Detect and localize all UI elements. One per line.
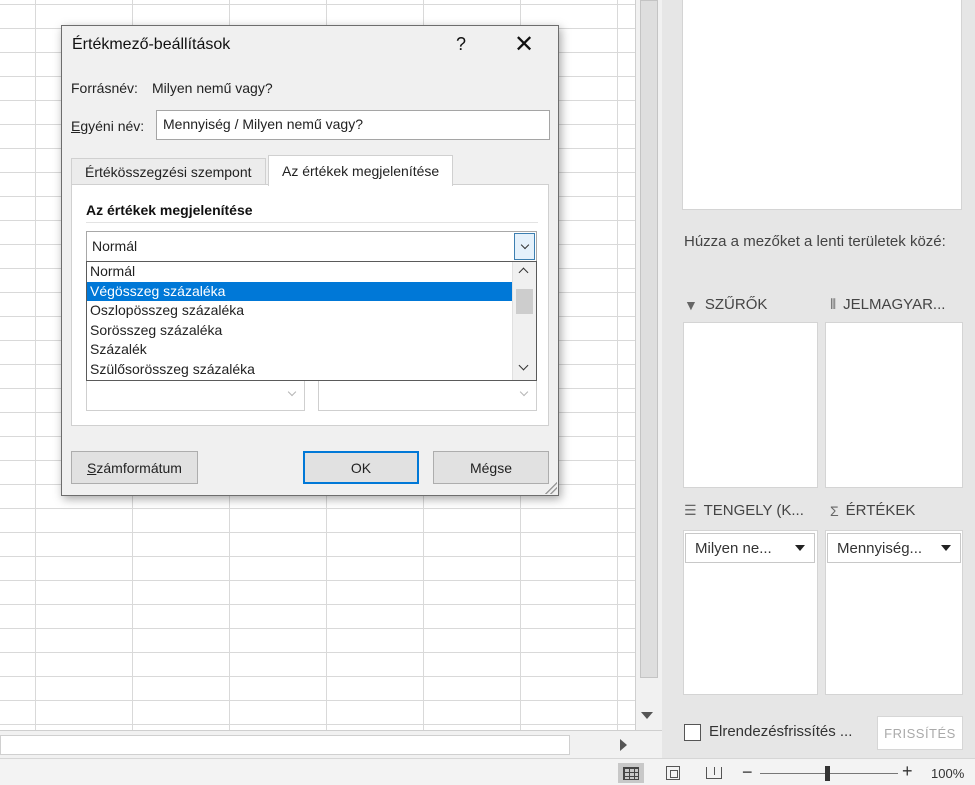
horizontal-scrollbar[interactable] <box>0 730 662 758</box>
filter-icon: ▼ <box>684 296 698 313</box>
chevron-up-icon[interactable] <box>518 267 529 278</box>
list-item[interactable]: Oszlopösszeg százaléka <box>87 301 512 321</box>
source-name-label: Forrásnév: <box>71 80 138 96</box>
base-item-combo[interactable] <box>318 379 537 411</box>
ok-button[interactable]: OK <box>303 451 419 484</box>
rows-icon: ☰ <box>684 502 697 518</box>
page-layout-view-button[interactable] <box>660 763 686 783</box>
chevron-down-icon <box>287 387 297 397</box>
legend-area-header: ⦀ JELMAGYAR... <box>830 296 945 313</box>
custom-name-input[interactable]: Mennyiség / Milyen nemű vagy? <box>156 110 550 140</box>
source-name-value: Milyen nemű vagy? <box>152 80 273 96</box>
values-area-header: Σ ÉRTÉKEK <box>830 502 915 519</box>
axis-field-dropdown-icon[interactable] <box>795 545 805 551</box>
horizontal-scroll-track[interactable] <box>0 735 570 755</box>
show-values-as-combo[interactable]: Normál <box>86 231 537 262</box>
legend-drop-area[interactable] <box>825 322 963 488</box>
section-title: Az értékek megjelenítése <box>86 202 253 218</box>
columns-icon: ⦀ <box>830 296 837 312</box>
sigma-icon: Σ <box>830 502 839 519</box>
chevron-down-icon <box>520 240 529 250</box>
zoom-in-button[interactable]: + <box>902 761 913 782</box>
close-icon[interactable]: ✕ <box>514 31 534 59</box>
section-divider <box>86 222 538 223</box>
page-layout-icon <box>666 766 680 780</box>
legend-area-label: JELMAGYAR... <box>843 296 946 313</box>
chevron-down-icon[interactable] <box>518 360 529 371</box>
number-format-label: zámformátum <box>96 459 182 476</box>
values-drop-area[interactable]: Mennyiség... <box>825 530 963 695</box>
scroll-down-arrow-icon[interactable] <box>641 712 653 719</box>
scroll-right-arrow-icon[interactable] <box>620 739 627 751</box>
dialog-title: Értékmező-beállítások <box>72 36 231 53</box>
field-list-box[interactable] <box>682 0 962 210</box>
defer-layout-label: Elrendezésfrissítés ... <box>709 723 853 740</box>
filters-area-header: ▼ SZŰRŐK <box>684 296 767 313</box>
axis-area-label: TENGELY (K... <box>703 502 804 519</box>
axis-field-pill[interactable]: Milyen ne... <box>685 533 815 563</box>
value-field-settings-dialog: Értékmező-beállítások ? ✕ Forrásnév: Mil… <box>61 25 559 496</box>
custom-name-label-text: gyéni név: <box>80 118 145 134</box>
zoom-out-button[interactable]: − <box>742 762 753 783</box>
custom-name-label: Egyéni név: <box>71 118 144 134</box>
number-format-button[interactable]: Számformátum <box>71 451 198 484</box>
zoom-slider-thumb[interactable] <box>825 766 830 781</box>
axis-drop-area[interactable]: Milyen ne... <box>683 530 818 695</box>
axis-field-label: Milyen ne... <box>695 539 772 557</box>
vertical-scrollbar[interactable] <box>635 0 662 730</box>
defer-layout-checkbox[interactable] <box>684 724 701 741</box>
list-item[interactable]: Normál <box>87 262 512 282</box>
values-field-pill[interactable]: Mennyiség... <box>827 533 961 563</box>
drag-fields-hint: Húzza a mezőket a lenti területek közé: <box>684 233 946 250</box>
cancel-button[interactable]: Mégse <box>433 451 549 484</box>
normal-view-icon <box>623 766 639 780</box>
values-field-dropdown-icon[interactable] <box>941 545 951 551</box>
list-scroll-thumb[interactable] <box>516 289 533 314</box>
refresh-button[interactable]: FRISSÍTÉS <box>877 716 963 750</box>
list-item[interactable]: Szülősorösszeg százaléka <box>87 360 512 380</box>
combo-value: Normál <box>92 238 138 254</box>
zoom-level[interactable]: 100% <box>931 766 964 781</box>
filters-drop-area[interactable] <box>683 322 818 488</box>
resize-grip-icon[interactable] <box>545 482 557 494</box>
tab-summarize-values-by[interactable]: Értékösszegzési szempont <box>71 158 266 185</box>
show-values-as-dropdown-list[interactable]: Normál Végösszeg százaléka Oszlopösszeg … <box>86 261 537 381</box>
number-format-accesskey: S <box>87 459 97 476</box>
page-break-icon <box>706 767 722 779</box>
page-break-view-button[interactable] <box>701 763 727 783</box>
combo-dropdown-button[interactable] <box>514 233 535 260</box>
vertical-scroll-thumb[interactable] <box>640 0 658 678</box>
list-scrollbar[interactable] <box>512 262 536 380</box>
normal-view-button[interactable] <box>618 763 644 783</box>
show-values-as-panel: Az értékek megjelenítése Normál Normál V… <box>71 184 549 426</box>
list-item[interactable]: Sorösszeg százaléka <box>87 321 512 341</box>
pivot-field-list-pane: Húzza a mezőket a lenti területek közé: … <box>662 0 975 758</box>
status-bar: − + 100% <box>0 758 975 785</box>
help-button[interactable]: ? <box>456 34 466 55</box>
tab-show-values-as[interactable]: Az értékek megjelenítése <box>268 155 454 186</box>
list-item-selected[interactable]: Végösszeg százaléka <box>87 281 512 301</box>
list-item[interactable]: Százalék <box>87 340 512 360</box>
axis-area-header: ☰ TENGELY (K... <box>684 502 804 519</box>
chevron-down-icon <box>519 387 529 397</box>
filters-area-label: SZŰRŐK <box>704 296 768 313</box>
values-field-label: Mennyiség... <box>837 539 923 557</box>
base-field-combo[interactable] <box>86 379 305 411</box>
values-area-label: ÉRTÉKEK <box>845 502 916 519</box>
custom-name-accesskey: E <box>71 118 81 134</box>
